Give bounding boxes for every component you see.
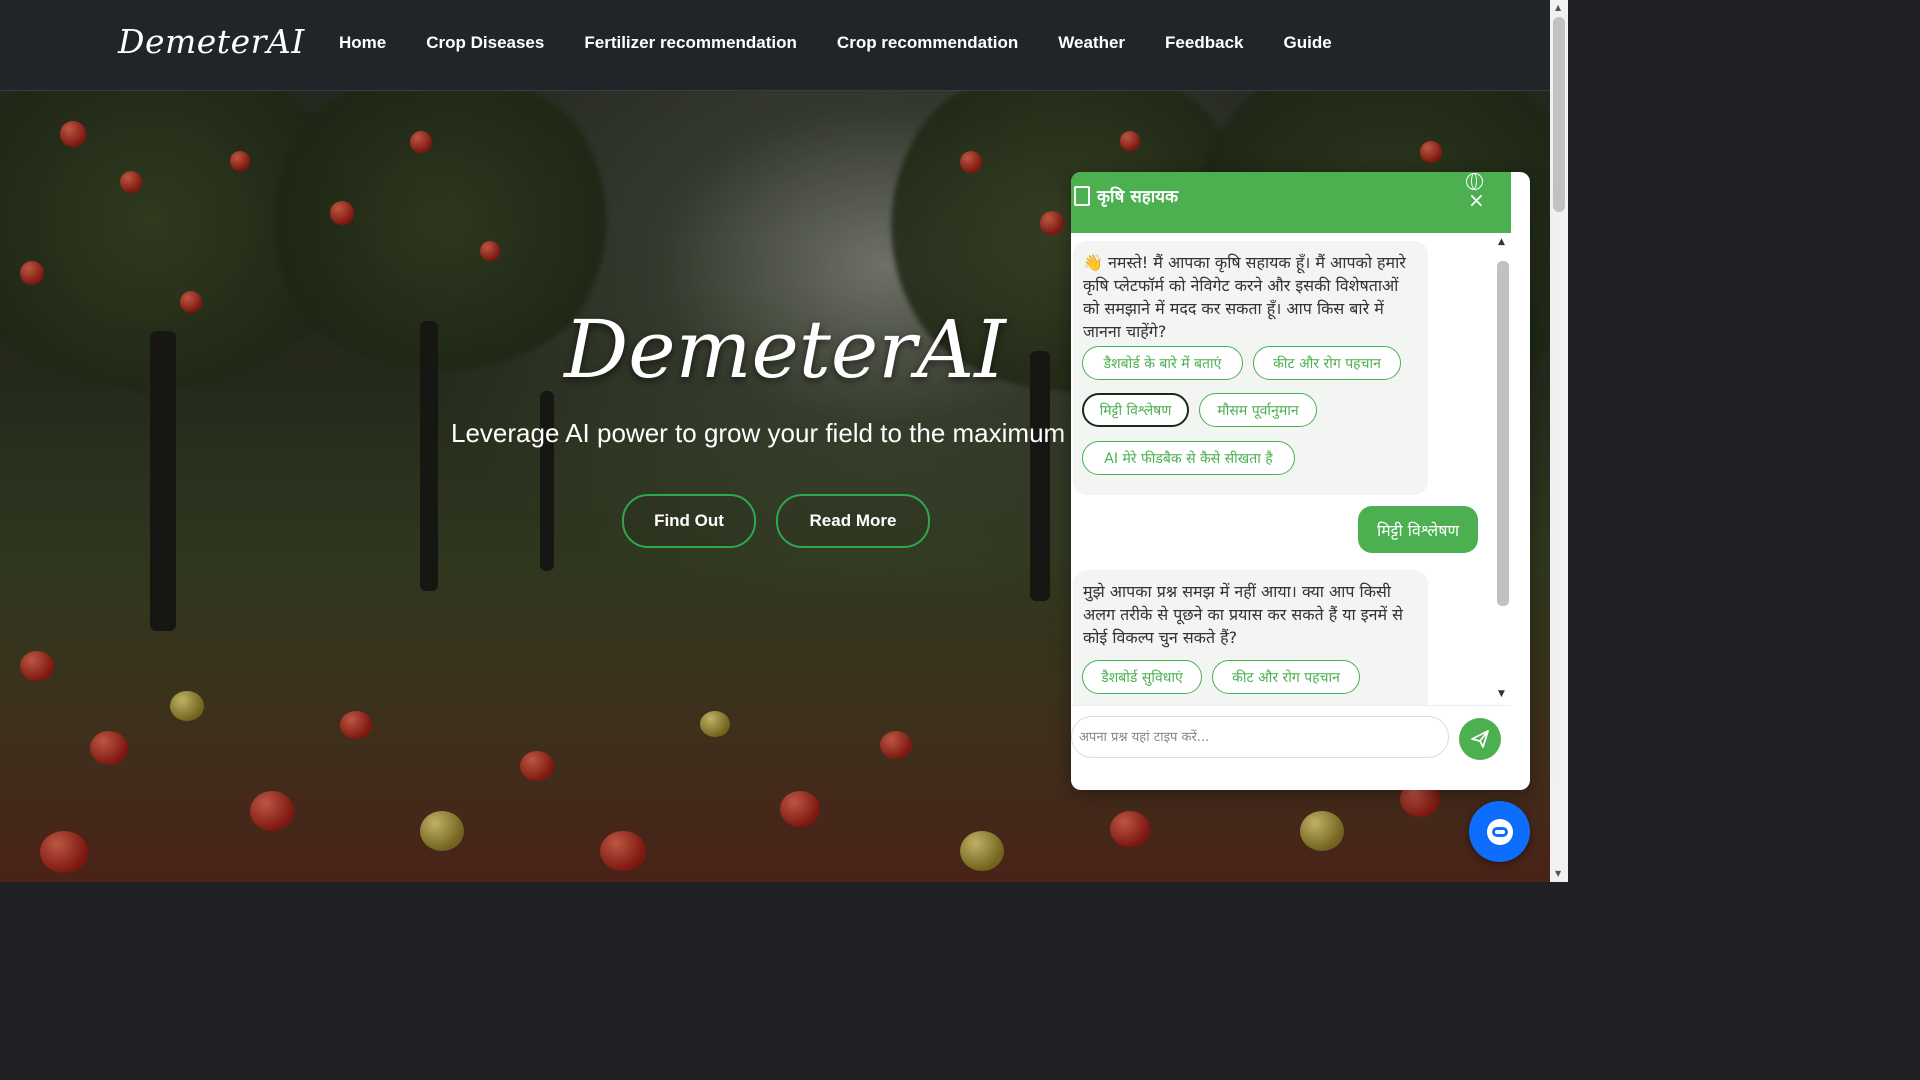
chat-header: कृषि सहायक × — [1071, 172, 1511, 233]
nav-crop-diseases[interactable]: Crop Diseases — [426, 33, 544, 53]
nav-home[interactable]: Home — [339, 33, 386, 53]
chat-scroll-up-icon[interactable]: ▲ — [1498, 237, 1505, 247]
read-more-button[interactable]: Read More — [776, 494, 930, 548]
book-icon — [1074, 186, 1090, 206]
scroll-up-arrow-icon[interactable]: ▲ — [1555, 3, 1561, 12]
chat-title: कृषि सहायक — [1097, 187, 1179, 207]
bot-message-text: मुझे आपका प्रश्न समझ में नहीं आया। क्या … — [1083, 582, 1403, 647]
chat-scrollbar[interactable]: ▲ ▼ — [1495, 233, 1511, 705]
nav-crop-recommendation[interactable]: Crop recommendation — [837, 33, 1018, 53]
scroll-down-arrow-icon[interactable]: ▼ — [1555, 869, 1561, 878]
option-soil-analysis[interactable]: मिट्टी विश्लेषण — [1082, 393, 1189, 427]
option-weather-forecast[interactable]: मौसम पूर्वानुमान — [1199, 393, 1317, 427]
chat-input[interactable] — [1071, 716, 1449, 758]
option-dashboard-features[interactable]: डैशबोर्ड सुविधाएं — [1082, 660, 1202, 694]
option-pest-disease[interactable]: कीट और रोग पहचान — [1253, 346, 1401, 380]
chat-widget: कृषि सहायक × 👋 नमस्ते! मैं आपका कृषि सहा… — [1071, 172, 1530, 790]
nav-fertilizer-recommendation[interactable]: Fertilizer recommendation — [584, 33, 797, 53]
chatbot-icon — [1486, 818, 1513, 845]
nav-weather[interactable]: Weather — [1058, 33, 1125, 53]
option-pest-disease[interactable]: कीट और रोग पहचान — [1212, 660, 1360, 694]
page-scrollbar-thumb[interactable] — [1553, 17, 1565, 212]
chat-toggle-button[interactable] — [1469, 801, 1530, 862]
find-out-button[interactable]: Find Out — [622, 494, 756, 548]
page-scrollbar[interactable]: ▲ ▼ — [1550, 0, 1568, 882]
option-dashboard[interactable]: डैशबोर्ड के बारे में बताएं — [1082, 346, 1243, 380]
navbar: DemeterAI Home Crop Diseases Fertilizer … — [0, 0, 1550, 91]
chat-input-row — [1071, 705, 1511, 774]
close-icon[interactable]: × — [1468, 190, 1485, 210]
nav-guide[interactable]: Guide — [1283, 33, 1331, 53]
chat-scroll-down-icon[interactable]: ▼ — [1498, 689, 1505, 699]
brand-logo[interactable]: DemeterAI — [118, 22, 305, 61]
bot-message-text: 👋 नमस्ते! मैं आपका कृषि सहायक हूँ। मैं आ… — [1083, 253, 1406, 341]
option-ai-feedback[interactable]: AI मेरे फीडबैक से कैसे सीखता है — [1082, 441, 1295, 475]
hero-subtitle: Leverage AI power to grow your field to … — [451, 418, 1066, 448]
user-message: मिट्टी विश्लेषण — [1358, 506, 1478, 553]
send-icon — [1471, 730, 1489, 748]
main-nav: Home Crop Diseases Fertilizer recommenda… — [339, 33, 1332, 53]
chat-messages: 👋 नमस्ते! मैं आपका कृषि सहायक हूँ। मैं आ… — [1071, 233, 1511, 705]
chat-scrollbar-thumb[interactable] — [1497, 261, 1509, 606]
send-button[interactable] — [1459, 718, 1501, 760]
nav-feedback[interactable]: Feedback — [1165, 33, 1243, 53]
